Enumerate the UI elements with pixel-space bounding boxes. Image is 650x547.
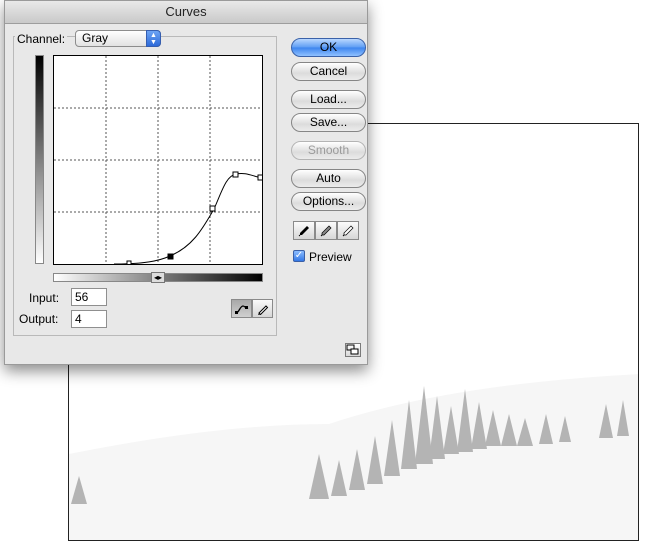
load-button[interactable]: Load... — [291, 90, 366, 109]
curve-point-1 — [126, 260, 132, 264]
curve-tool-group — [231, 299, 273, 318]
output-gradient-bar — [35, 55, 44, 264]
white-eyedropper-icon[interactable] — [337, 221, 359, 240]
output-field[interactable]: 4 — [71, 310, 107, 328]
input-label: Input: — [29, 291, 60, 305]
curve-point-5 — [257, 174, 262, 181]
tone-curve — [113, 173, 262, 264]
dialog-title: Curves — [5, 1, 367, 24]
pencil-tool-icon[interactable] — [252, 299, 273, 318]
channel-select[interactable]: Gray ▲ ▼ — [75, 30, 161, 47]
curve-point-4 — [232, 171, 239, 178]
smooth-button[interactable]: Smooth — [291, 141, 366, 160]
channel-label: Channel: — [15, 32, 68, 46]
ok-button[interactable]: OK — [291, 38, 366, 57]
curve-tool-icon[interactable] — [231, 299, 252, 318]
preview-checkbox[interactable]: ✓ — [293, 250, 305, 262]
curve-graph[interactable] — [53, 55, 263, 265]
curves-dialog: Curves Channel: Gray ▲ ▼ ◂▸ Input: 56 Ou… — [4, 0, 368, 365]
preview-label: Preview — [309, 250, 352, 264]
curve-point-2 — [167, 253, 174, 260]
channel-value: Gray — [82, 31, 109, 45]
black-eyedropper-icon[interactable] — [293, 221, 315, 240]
auto-button[interactable]: Auto — [291, 169, 366, 188]
options-button[interactable]: Options... — [291, 192, 366, 211]
gradient-direction-icon[interactable]: ◂▸ — [151, 272, 165, 283]
save-button[interactable]: Save... — [291, 113, 366, 132]
updown-arrows-icon: ▲ ▼ — [146, 30, 161, 47]
output-label: Output: — [19, 312, 59, 326]
input-field[interactable]: 56 — [71, 288, 107, 306]
gray-eyedropper-icon[interactable] — [315, 221, 337, 240]
expand-dialog-icon[interactable] — [345, 343, 361, 357]
cancel-button[interactable]: Cancel — [291, 62, 366, 81]
curve-point-3 — [209, 205, 216, 212]
eyedropper-group — [293, 221, 359, 240]
